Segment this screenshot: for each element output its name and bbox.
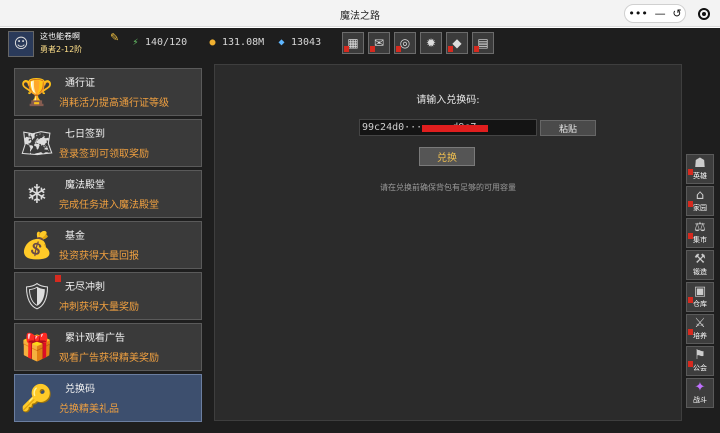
menu-item-pass[interactable]: 🏆 通行证 消耗活力提高通行证等级 — [14, 68, 202, 116]
crystal-icon: ❄ — [26, 180, 48, 210]
close-button[interactable] — [694, 4, 714, 23]
menu-item-magic-hall[interactable]: ❄ 魔法殿堂 完成任务进入魔法殿堂 — [14, 170, 202, 218]
gem-value: 13043 — [291, 37, 322, 48]
chest-icon[interactable]: ▦ — [342, 32, 364, 54]
treasure-chest-icon: 🎁 — [20, 333, 54, 363]
hero-icon: ☗ — [694, 156, 706, 171]
menu-item-desc: 冲刺获得大量奖励 — [59, 302, 139, 313]
controller-icon[interactable]: ◎ — [394, 32, 416, 54]
sidebar-item-market[interactable]: ⚖ 集市 — [686, 218, 714, 248]
redaction-mark — [422, 125, 488, 132]
menu-item-desc: 观看广告获得精美奖励 — [59, 353, 159, 364]
window-title: 魔法之路 — [340, 11, 380, 22]
knight-icon: 🛡 — [20, 282, 54, 312]
menu-item-desc: 投资获得大量回报 — [59, 251, 139, 262]
sidebar-item-label: 英雄 — [693, 172, 707, 180]
activity-menu: 🏆 通行证 消耗活力提高通行证等级 🗺 七日签到 登录签到可领取奖励 ❄ 魔法殿… — [14, 68, 202, 425]
hud-icon-bar: ▦ ✉ ◎ ✹ ◆ ▤ — [342, 32, 494, 54]
gold-value: 131.08M — [222, 37, 265, 48]
menu-item-title: 七日签到 — [65, 129, 105, 140]
anvil-icon: ⚒ — [694, 252, 706, 267]
player-rank: 勇者2-12阶 — [40, 45, 83, 54]
paste-button[interactable]: 粘贴 — [540, 120, 596, 136]
close-icon — [698, 7, 710, 20]
energy-value: 140/120 — [145, 37, 188, 48]
guild-icon: ⚑ — [694, 348, 706, 363]
more-icon[interactable]: ••• — [628, 7, 647, 20]
key-icon: 🔑 — [20, 384, 54, 414]
market-icon: ⚖ — [694, 220, 706, 235]
menu-item-title: 基金 — [65, 231, 85, 242]
game-area: ☺ 这也能卷啊 勇者2-12阶 ✎ ⚡ 140/120 ● 131.08M ◆ … — [0, 28, 720, 433]
menu-item-fund[interactable]: 💰 基金 投资获得大量回报 — [14, 221, 202, 269]
avatar[interactable]: ☺ — [8, 31, 34, 57]
sidebar-item-forge[interactable]: ⚒ 锻造 — [686, 250, 714, 280]
sidebar-item-label: 战斗 — [693, 396, 707, 404]
menu-item-title: 兑换码 — [65, 384, 95, 395]
redeem-prompt: 请输入兑换码: — [416, 95, 480, 106]
sidebar-item-label: 家园 — [693, 204, 707, 212]
player-name: 这也能卷啊 — [40, 32, 80, 41]
sidebar-item-label: 锻造 — [693, 268, 707, 276]
restore-icon[interactable]: ↺ — [672, 7, 681, 20]
menu-item-title: 魔法殿堂 — [65, 180, 105, 191]
battle-icon: ✦ — [694, 380, 706, 395]
sidebar-item-warehouse[interactable]: ▣ 仓库 — [686, 282, 714, 312]
window-capsule: ••• — ↺ — [624, 4, 686, 23]
redeem-code-input[interactable]: 99c24d0········d9e7 — [359, 119, 537, 136]
menu-item-ads[interactable]: 🎁 累计观看广告 观看广告获得精美奖励 — [14, 323, 202, 371]
pet-icon[interactable]: ◆ — [446, 32, 468, 54]
menu-item-desc: 消耗活力提高通行证等级 — [59, 98, 169, 109]
minimize-icon[interactable]: — — [655, 7, 666, 20]
sidebar-item-guild[interactable]: ⚑ 公会 — [686, 346, 714, 376]
map-icon: 🗺 — [20, 129, 54, 159]
gem-icon: ◆ — [278, 37, 285, 48]
warehouse-icon: ▣ — [693, 284, 707, 299]
menu-item-redeem-code[interactable]: 🔑 兑换码 兑换精美礼品 — [14, 374, 202, 422]
scroll-icon[interactable]: ▤ — [472, 32, 494, 54]
trophy-icon: 🏆 — [20, 78, 54, 108]
redeem-hint: 请在兑换前确保背包有足够的可用容量 — [380, 183, 516, 192]
top-hud: ☺ 这也能卷啊 勇者2-12阶 ✎ ⚡ 140/120 ● 131.08M ◆ … — [0, 28, 720, 60]
gold-coin-icon: ● — [209, 37, 216, 48]
gold-stat: ● 131.08M — [207, 37, 264, 48]
edit-icon[interactable]: ✎ — [110, 31, 119, 44]
mail-icon[interactable]: ✉ — [368, 32, 390, 54]
window-titlebar: 魔法之路 ••• — ↺ — [0, 0, 720, 27]
menu-item-title: 通行证 — [65, 78, 95, 89]
right-sidebar: ☗ 英雄 ⌂ 家园 ⚖ 集市 ⚒ 锻造 ▣ 仓库 ⚔ 培养 ⚑ 公会 ✦ 战斗 — [686, 154, 716, 410]
menu-item-desc: 兑换精美礼品 — [59, 404, 119, 415]
sidebar-item-train[interactable]: ⚔ 培养 — [686, 314, 714, 344]
menu-item-desc: 完成任务进入魔法殿堂 — [59, 200, 159, 211]
redeem-panel: 请输入兑换码: 99c24d0········d9e7 粘贴 兑换 请在兑换前确… — [214, 64, 682, 421]
home-icon: ⌂ — [695, 188, 705, 203]
menu-item-checkin[interactable]: 🗺 七日签到 登录签到可领取奖励 — [14, 119, 202, 167]
sidebar-item-home[interactable]: ⌂ 家园 — [686, 186, 714, 216]
fund-icon: 💰 — [20, 231, 54, 261]
energy-icon: ⚡ — [132, 37, 139, 48]
sidebar-item-hero[interactable]: ☗ 英雄 — [686, 154, 714, 184]
gem-stat: ◆ 13043 — [276, 37, 321, 48]
sidebar-item-label: 集市 — [693, 236, 707, 244]
energy-stat: ⚡ 140/120 — [130, 37, 187, 48]
train-icon: ⚔ — [694, 316, 706, 331]
sidebar-item-battle[interactable]: ✦ 战斗 — [686, 378, 714, 408]
gear-icon[interactable]: ✹ — [420, 32, 442, 54]
menu-item-endless-sprint[interactable]: 🛡 无尽冲刺 冲刺获得大量奖励 — [14, 272, 202, 320]
sidebar-item-label: 仓库 — [693, 300, 707, 308]
redeem-button[interactable]: 兑换 — [419, 147, 475, 166]
menu-item-title: 无尽冲刺 — [65, 282, 105, 293]
menu-item-desc: 登录签到可领取奖励 — [59, 149, 149, 160]
sidebar-item-label: 公会 — [693, 364, 707, 372]
menu-item-title: 累计观看广告 — [65, 333, 125, 344]
sidebar-item-label: 培养 — [693, 332, 707, 340]
notification-badge — [55, 275, 61, 282]
